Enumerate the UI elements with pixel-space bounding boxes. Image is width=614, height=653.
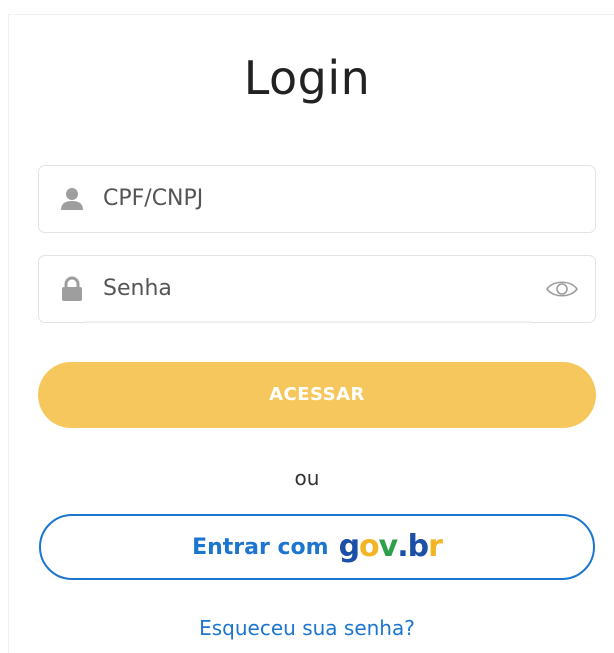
password-underline [85,321,531,323]
gov-button-label: Entrar com [192,534,329,560]
gov-logo-letter: . [397,529,408,564]
forgot-password-link[interactable]: Esqueceu sua senha? [0,616,614,640]
eye-icon[interactable] [545,276,579,302]
page-title: Login [243,51,371,105]
gov-logo-letter: r [428,529,443,564]
user-icon [61,188,83,210]
gov-br-logo: g o v . b r [338,529,443,564]
cpf-cnpj-field[interactable]: CPF/CNPJ [38,165,596,233]
gov-logo-letter: g [338,529,361,564]
cpf-cnpj-placeholder: CPF/CNPJ [103,186,204,211]
gov-logo-letter: v [378,529,399,564]
gov-br-login-button[interactable]: Entrar com g o v . b r [39,514,595,580]
password-placeholder: Senha [103,276,172,301]
gov-logo-letter: o [359,529,380,564]
lock-icon [62,276,82,301]
acessar-button[interactable]: ACESSAR [38,362,596,428]
gov-logo-letter: b [407,529,430,564]
left-divider [8,14,9,653]
password-field[interactable]: Senha [38,255,596,323]
or-separator: ou [294,466,320,490]
top-divider [8,14,614,15]
login-page: Login CPF/CNPJ Senha ACESSAR ou Entrar c… [0,0,614,653]
